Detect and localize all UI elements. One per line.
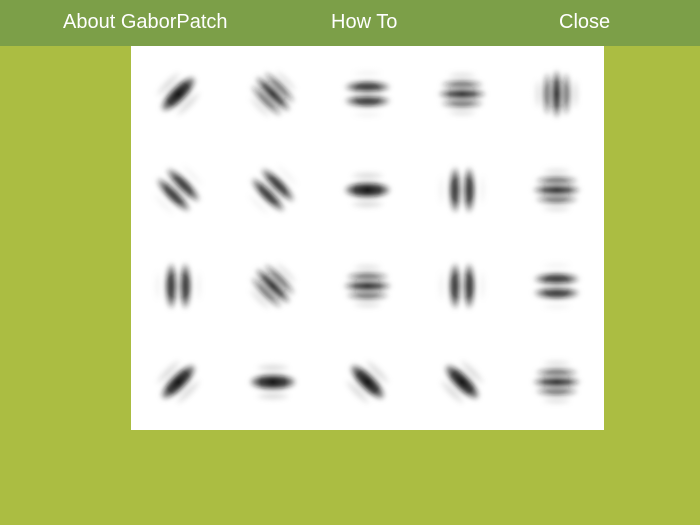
gabor-patch-icon [333, 348, 402, 416]
gabor-patch-icon [522, 60, 591, 128]
gabor-patch-icon [522, 156, 591, 224]
gabor-patch-icon [238, 59, 307, 128]
gabor-patch-icon [522, 252, 591, 320]
gabor-patch-icon [522, 348, 591, 416]
gabor-patch-icon [144, 59, 213, 128]
top-bar: About GaborPatch How To Close [0, 0, 700, 46]
how-to-button[interactable]: How To [331, 0, 397, 46]
gabor-patch-grid [144, 59, 591, 416]
gabor-patch-icon [144, 348, 213, 416]
gabor-patch-icon [428, 252, 497, 320]
close-button[interactable]: Close [559, 0, 610, 46]
gabor-patch-icon [428, 60, 497, 128]
gabor-patch-icon [144, 252, 213, 320]
about-button[interactable]: About GaborPatch [63, 0, 228, 46]
gabor-patch-icon [238, 348, 307, 416]
gabor-patch-icon [238, 156, 307, 224]
gabor-patch-icon [333, 60, 402, 128]
gabor-patch-icon [144, 156, 213, 224]
gabor-patch-icon [238, 252, 307, 320]
gabor-patch-icon [428, 348, 497, 416]
gabor-patch-icon [333, 252, 402, 320]
gabor-patch-icon [333, 156, 402, 224]
gabor-patch-icon [428, 156, 497, 224]
gabor-patch-board [131, 46, 604, 430]
